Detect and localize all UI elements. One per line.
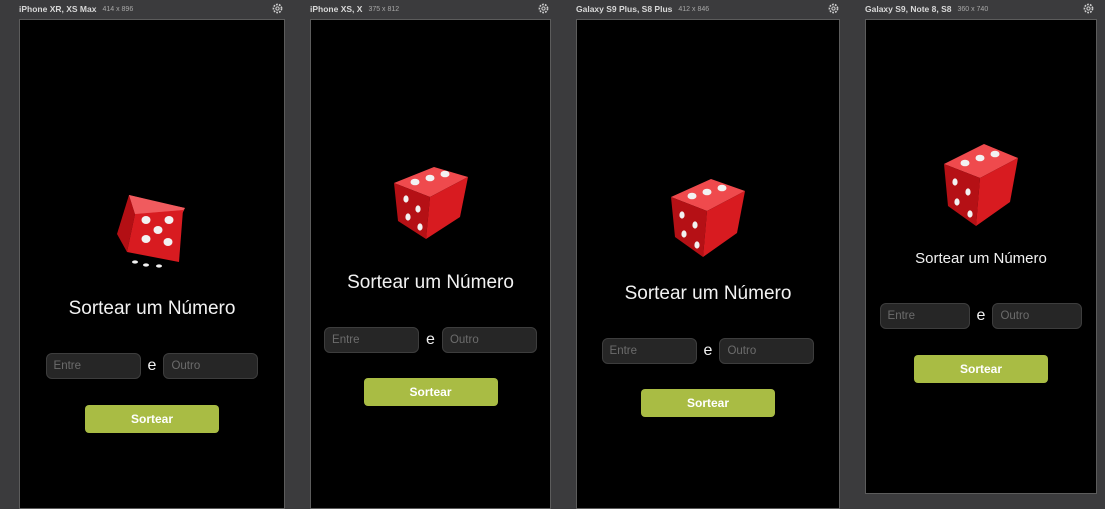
to-number-input[interactable]: [441, 327, 537, 353]
device-dimensions: 375 x 812: [368, 5, 400, 13]
separator-label: e: [147, 357, 157, 374]
page-title: Sortear um Número: [915, 250, 1047, 267]
separator-label: e: [426, 331, 435, 348]
page-title: Sortear um Número: [347, 272, 514, 293]
range-inputs: e: [866, 303, 1096, 329]
page-title: Sortear um Número: [68, 298, 236, 319]
gear-icon[interactable]: [537, 2, 550, 15]
device-name: Galaxy S9 Plus, S8 Plus: [576, 4, 673, 14]
range-inputs: e: [311, 327, 550, 353]
device-header-2: iPhone XS, X 375 x 812: [310, 0, 399, 18]
device-dimensions: 412 x 846: [678, 5, 710, 13]
device-dimensions: 414 x 896: [102, 5, 134, 13]
device-name: iPhone XS, X: [310, 4, 363, 14]
draw-button[interactable]: Sortear: [85, 405, 219, 433]
separator-label: e: [703, 342, 713, 359]
to-number-input[interactable]: [163, 353, 259, 379]
gear-icon[interactable]: [827, 2, 840, 15]
page-title: Sortear um Número: [624, 283, 792, 304]
device-header-3: Galaxy S9 Plus, S8 Plus 412 x 846: [576, 0, 709, 18]
device-screen-1: Sortear um Número e Sortear: [19, 19, 285, 509]
device-header-4: Galaxy S9, Note 8, S8 360 x 740: [865, 0, 988, 18]
gear-icon[interactable]: [1082, 2, 1095, 15]
device-header-1: iPhone XR, XS Max 414 x 896: [19, 0, 133, 18]
device-dimensions: 360 x 740: [957, 5, 989, 13]
to-number-input[interactable]: [719, 338, 815, 364]
draw-button[interactable]: Sortear: [363, 378, 498, 406]
device-screen-3: Sortear um Número e Sortear: [576, 19, 840, 509]
dice-icon: [393, 167, 468, 239]
device-name: iPhone XR, XS Max: [19, 4, 97, 14]
dice-icon: [117, 195, 185, 268]
from-number-input[interactable]: [879, 303, 970, 329]
device-name: Galaxy S9, Note 8, S8: [865, 4, 952, 14]
draw-button[interactable]: Sortear: [641, 389, 775, 417]
separator-label: e: [976, 307, 986, 324]
from-number-input[interactable]: [601, 338, 697, 364]
gear-icon[interactable]: [271, 2, 284, 15]
range-inputs: e: [20, 353, 284, 379]
to-number-input[interactable]: [992, 303, 1083, 329]
device-screen-4: Sortear um Número e Sortear: [865, 19, 1097, 494]
dice-icon: [944, 144, 1018, 226]
from-number-input[interactable]: [324, 327, 420, 353]
device-screen-2: Sortear um Número e Sortear: [310, 19, 551, 509]
dice-icon: [671, 179, 745, 257]
range-inputs: e: [577, 338, 839, 364]
draw-button[interactable]: Sortear: [914, 355, 1048, 383]
from-number-input[interactable]: [45, 353, 141, 379]
